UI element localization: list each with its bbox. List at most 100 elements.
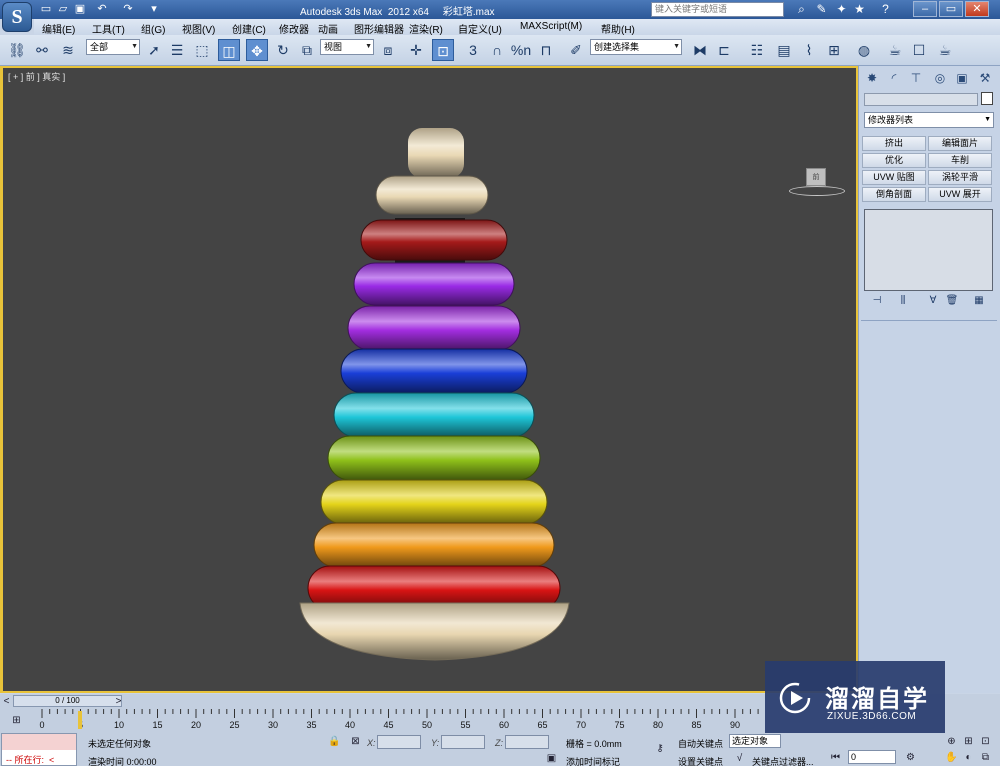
set-key-button[interactable]: 设置关键点 [678,755,723,766]
selection-lock-icon[interactable]: 🔒 [328,735,341,748]
menu-edit[interactable]: 编辑(E) [42,21,75,36]
curve-editor-icon[interactable]: ⌇ [798,39,820,61]
pivot-center-icon[interactable]: ⧈ [377,39,399,61]
percent-snap-icon[interactable]: %n [510,39,532,61]
z-coordinate-field[interactable] [505,735,549,749]
set-key-icon[interactable]: ⚷ [650,742,670,755]
render-production-icon[interactable]: ☕ [934,39,956,61]
object-color-swatch[interactable] [981,92,993,105]
edit-named-selection-icon[interactable]: ✐ [565,39,587,61]
modifier-list-dropdown[interactable]: 修改器列表 [864,112,994,128]
menu-group[interactable]: 组(G) [141,21,165,36]
subscription-icon[interactable]: ✎ [814,2,829,17]
menu-modifiers[interactable]: 修改器 [279,21,309,36]
reference-coordinate-dropdown[interactable]: 视图 [320,39,374,55]
motion-tab-icon[interactable]: ◎ [931,69,949,87]
key-filters-button[interactable]: 关键点过滤器... [752,755,814,766]
save-icon[interactable]: ▣ [74,3,86,15]
object-name-field[interactable] [864,93,978,106]
zoom-icon[interactable]: ⊕ [945,735,958,748]
menu-maxscript[interactable]: MAXScript(M) [520,21,582,32]
menu-rendering[interactable]: 渲染(R) [409,21,443,36]
app-logo-button[interactable]: S [2,2,32,32]
menu-tools[interactable]: 工具(T) [92,21,125,36]
modifier-turbosmooth-button[interactable]: 涡轮平滑 [928,170,992,185]
time-slider[interactable]: 0 / 100 [13,695,122,707]
redo-icon[interactable]: ↷ [122,3,134,15]
absolute-mode-icon[interactable]: ⊠ [349,735,362,748]
current-frame-marker[interactable] [78,711,82,729]
spinner-snap-icon[interactable]: ⊓ [535,39,557,61]
time-tag-icon[interactable]: ▣ [545,752,558,765]
orbit-icon[interactable]: ◐ [962,751,975,764]
rendered-frame-window-icon[interactable]: ☐ [908,39,930,61]
help-icon[interactable]: ? [878,2,893,17]
schematic-view-icon[interactable]: ⊞ [823,39,845,61]
unlink-icon[interactable]: ⚯ [31,39,53,61]
open-file-icon[interactable]: ▱ [57,3,69,15]
layer-manager-icon[interactable]: ☷ [746,39,768,61]
menu-animation[interactable]: 动画 [318,21,338,36]
add-time-tag[interactable]: 添加时间标记 [566,755,620,766]
select-and-rotate-icon[interactable]: ↻ [272,39,294,61]
menu-help[interactable]: 帮助(H) [601,21,635,36]
select-object-icon[interactable]: ➚ [143,39,165,61]
modify-tab-icon[interactable]: ◜ [885,69,903,87]
hierarchy-tab-icon[interactable]: ⊤ [907,69,925,87]
key-filters-curve-icon[interactable]: √ [733,752,746,765]
align-icon[interactable]: ⊏ [713,39,735,61]
select-and-scale-icon[interactable]: ⧉ [296,39,318,61]
frame-ruler[interactable]: 051015202530354045505560657075808590 [38,709,763,733]
maxscript-input[interactable] [2,734,76,750]
pin-stack-icon[interactable]: ⊣ [870,294,884,308]
select-and-link-icon[interactable]: ⛓ [6,39,28,61]
angle-snap-icon[interactable]: ∩ [486,39,508,61]
snaps-toggle-icon[interactable]: 3 [462,39,484,61]
selection-filter-dropdown[interactable]: 全部 [86,39,140,55]
remove-modifier-icon[interactable]: 🗑 [945,294,959,308]
modifier-optimize-button[interactable]: 优化 [862,153,926,168]
window-crossing-icon[interactable]: ◫ [218,39,240,61]
render-setup-icon[interactable]: ☕ [884,39,906,61]
select-by-name-icon[interactable]: ☰ [166,39,188,61]
graphite-tools-icon[interactable]: ▤ [773,39,795,61]
x-coordinate-field[interactable] [377,735,421,749]
quick-access-dropdown-icon[interactable]: ▾ [148,3,160,15]
front-viewport[interactable]: [ + ] 前 ] 真实 ] 前 z x [0,66,858,744]
modifier-uvw-unwrap-button[interactable]: UVW 展开 [928,187,992,202]
rectangular-selection-icon[interactable]: ⬚ [191,39,213,61]
bind-space-warp-icon[interactable]: ≋ [57,39,79,61]
menu-customize[interactable]: 自定义(U) [458,21,502,36]
slider-prev-icon[interactable]: < [0,695,13,708]
select-and-move-icon[interactable]: ✥ [246,39,268,61]
menu-graph-editors[interactable]: 图形编辑器 [354,21,404,36]
modifier-uvw-map-button[interactable]: UVW 贴图 [862,170,926,185]
display-tab-icon[interactable]: ▣ [953,69,971,87]
close-button[interactable]: ✕ [965,1,989,17]
current-frame-field[interactable]: 0 [848,750,896,764]
select-and-manipulate-icon[interactable]: ✛ [405,39,427,61]
binoculars-icon[interactable]: ⌕ [794,2,809,17]
rainbow-tower-model[interactable] [3,68,856,691]
named-selection-dropdown[interactable]: 创建选择集 [590,39,682,55]
minimize-button[interactable]: – [913,1,937,17]
pan-icon[interactable]: ✋ [945,751,958,764]
auto-key-button[interactable]: 自动关键点 [678,737,723,750]
menu-views[interactable]: 视图(V) [182,21,215,36]
modifier-edit-patch-button[interactable]: 编辑面片 [928,136,992,151]
make-unique-icon[interactable]: ∀ [926,294,940,308]
modifier-bevel-profile-button[interactable]: 倒角剖面 [862,187,926,202]
zoom-extents-icon[interactable]: ⊡ [979,735,992,748]
configure-modifier-sets-icon[interactable]: ▦ [972,294,986,308]
key-selection-dropdown[interactable]: 选定对象 [729,734,781,748]
search-input[interactable]: 键入关键字或短语 [651,2,784,17]
new-file-icon[interactable]: ▭ [40,3,52,15]
utilities-tab-icon[interactable]: ⚒ [976,69,994,87]
show-end-result-icon[interactable]: ⫼ [896,294,910,308]
y-coordinate-field[interactable] [441,735,485,749]
mini-curve-editor-icon[interactable]: ⊞ [10,714,23,727]
undo-icon[interactable]: ↶ [96,3,108,15]
create-tab-icon[interactable]: ✸ [863,69,881,87]
mirror-icon[interactable]: ⧓ [689,39,711,61]
goto-start-icon[interactable]: ⏮ [829,751,842,764]
